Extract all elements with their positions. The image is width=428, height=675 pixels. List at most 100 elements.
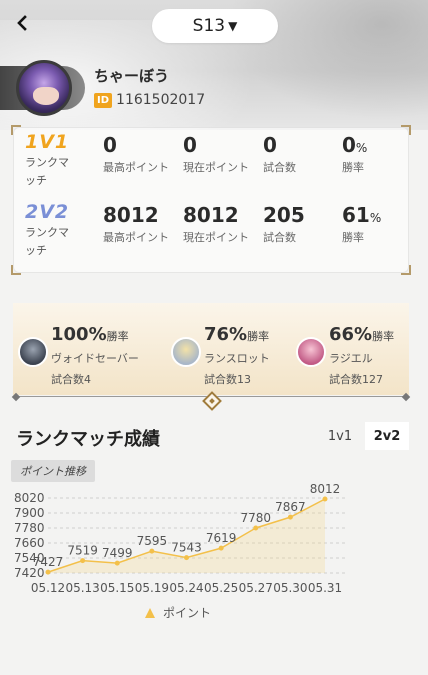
stat-label: 勝率 [342,231,364,244]
mode-badge-label: ランクマッチ [25,156,69,187]
rank-stats-card: 1V1 ランクマッチ 0 最高ポイント 0 現在ポイント 0 試合数 0% 勝率… [11,125,411,275]
data-label: 8012 [310,482,341,496]
stat-highest-points: 8012 最高ポイント [103,203,175,247]
hero-name: ラジエル [329,352,373,365]
y-tick-label: 7780 [14,521,45,535]
mode-row-1v1: 1V1 ランクマッチ 0 最高ポイント 0 現在ポイント 0 試合数 0% 勝率 [13,131,409,201]
x-tick-label: 05.25 [204,581,238,595]
stat-value: 0 [103,133,117,157]
hero-win-rate: 66% [329,324,373,345]
hero-win-rate-label: 勝率 [106,330,129,343]
hero-match-count: 試合数127 [329,373,383,386]
player-name: ちゃーぼう [94,67,170,85]
avatar[interactable] [16,60,72,116]
stat-highest-points: 0 最高ポイント [103,133,175,177]
hero-avatar-icon [18,337,48,367]
data-label: 7780 [240,511,271,525]
x-tick-label: 05.13 [65,581,99,595]
hero-match-count: 試合数4 [51,373,91,386]
y-tick-label: 8020 [14,491,45,505]
data-label: 7427 [33,555,64,569]
legend-label: ポイント [163,606,212,620]
x-tick-label: 05.12 [31,581,65,595]
mode-badge-title: 2V2 [25,201,70,223]
stat-label: 最高ポイント [103,231,169,244]
data-label: 7543 [171,541,202,555]
data-label: 7595 [137,534,168,548]
tab-2v2[interactable]: 2v2 [365,422,409,450]
chevron-down-icon: ▼ [228,19,238,33]
stat-matches: 0 試合数 [263,133,323,177]
points-line-chart: 80207900778076607540742074277519 74997595… [14,482,348,595]
stat-win-rate: 0% 勝率 [342,133,392,177]
hero-win-rate: 100% [51,324,107,345]
data-point [218,545,224,551]
mode-badge-label: ランクマッチ [25,226,69,257]
stat-current-points: 0 現在ポイント [183,133,255,177]
stat-value: 205 [263,203,305,227]
stat-value: 0 [342,133,356,157]
data-point [322,496,328,502]
stat-label: 現在ポイント [183,231,249,244]
stat-label: 勝率 [342,161,364,174]
data-point [80,558,86,564]
x-tick-label: 05.24 [169,581,203,595]
percent-unit: % [355,141,368,155]
data-point [114,560,120,566]
x-tick-label: 05.31 [308,581,342,595]
hero-win-rate-label: 勝率 [372,330,395,343]
data-label: 7499 [102,546,133,560]
mode-badge: 1V1 ランクマッチ [25,131,85,190]
y-tick-label: 7900 [14,506,45,520]
hero-win-rate: 76% [204,324,248,345]
stat-value: 0 [263,133,277,157]
stat-current-points: 8012 現在ポイント [183,203,255,247]
hero-avatar-icon [171,337,201,367]
stat-label: 現在ポイント [183,161,249,174]
data-point [253,525,259,531]
stat-value: 8012 [183,203,239,227]
data-point [184,555,189,561]
y-tick-label: 7660 [14,536,45,550]
rank-results-title: ランクマッチ成績 [16,429,160,450]
chart-legend[interactable]: ポイント [145,604,211,621]
divider-end-icon [11,392,21,402]
player-id-row: ID 1161502017 [94,92,205,108]
data-label: 7619 [206,531,237,545]
season-label: S13 [192,16,226,36]
mode-row-2v2: 2V2 ランクマッチ 8012 最高ポイント 8012 現在ポイント 205 試… [13,201,409,271]
chart-tag: ポイント推移 [11,460,95,482]
legend-triangle-icon [145,607,155,618]
data-label: 7519 [67,544,98,558]
diamond-ornament-icon [202,391,222,411]
season-selector[interactable]: S13 ▼ [152,9,278,43]
data-point [287,514,293,520]
stat-matches: 205 試合数 [263,203,323,247]
x-tick-label: 05.15 [100,581,134,595]
player-id: 1161502017 [116,92,206,108]
hero-win-rate-label: 勝率 [247,330,270,343]
data-label: 7867 [275,500,306,514]
data-point [149,548,155,554]
stat-label: 最高ポイント [103,161,169,174]
x-tick-label: 05.27 [239,581,273,595]
stat-win-rate: 61% 勝率 [342,203,392,247]
percent-unit: % [369,211,382,225]
hero-avatar-icon [296,337,326,367]
stat-value: 8012 [103,203,159,227]
tab-1v1[interactable]: 1v1 [318,422,362,450]
x-tick-label: 05.30 [273,581,307,595]
id-icon: ID [94,92,113,108]
top-heroes-card: 100%勝率 ヴォイドセーバー 試合数4 76%勝率 ランスロット 試合数13 … [11,303,411,411]
stat-value: 0 [183,133,197,157]
back-arrow-icon[interactable] [10,10,36,36]
stat-label: 試合数 [263,231,296,244]
hero-match-count: 試合数13 [204,373,251,386]
stat-value: 61 [342,203,370,227]
mode-badge: 2V2 ランクマッチ [25,201,85,260]
stat-label: 試合数 [263,161,296,174]
data-point [45,569,51,575]
x-tick-label: 05.19 [135,581,169,595]
hero-name: ランスロット [204,352,270,365]
avatar-frame [0,60,88,116]
